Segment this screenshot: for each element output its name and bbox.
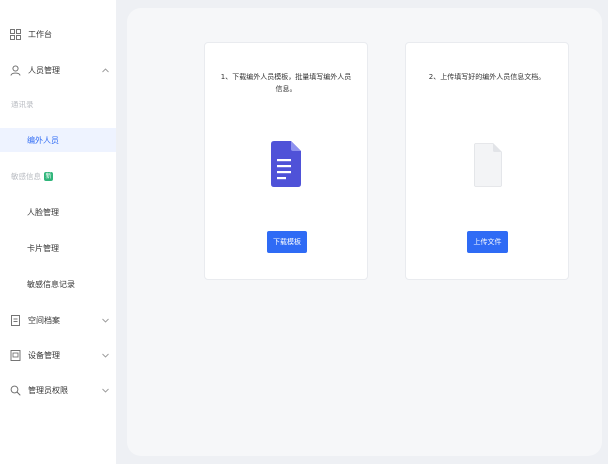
grid-icon	[9, 28, 21, 40]
sidebar-item-label: 工作台	[28, 29, 52, 39]
import-panel: 1、下载编外人员模板，批量填写编外人员信息。 下载模板 2、上传填写好的编外人员…	[127, 8, 602, 456]
sidebar-item-face[interactable]: 人脸管理	[0, 200, 116, 224]
sidebar-item-external-staff[interactable]: 编外人员	[0, 128, 116, 152]
device-icon	[9, 349, 21, 361]
sidebar-item-device[interactable]: 设备管理	[0, 343, 116, 367]
sidebar-item-admin[interactable]: 管理员权限	[0, 378, 116, 402]
upload-file-card: 2、上传填写好的编外人员信息文档。 上传文件	[405, 42, 569, 280]
chevron-down-icon	[101, 386, 109, 394]
search-icon	[9, 384, 21, 396]
sidebar-item-label: 人员管理	[28, 65, 60, 75]
sidebar-item-card[interactable]: 卡片管理	[0, 236, 116, 260]
upload-instruction: 2、上传填写好的编外人员信息文档。	[428, 73, 546, 81]
sidebar-item-label: 空间档案	[28, 315, 60, 325]
sidebar: 工作台 人员管理 通讯录 编外人员 敏感信息新 人脸管理 卡片管理 敏感信息记录…	[0, 0, 116, 464]
sidebar-item-label: 人脸管理	[27, 207, 59, 217]
chevron-up-icon	[101, 66, 109, 74]
sidebar-item-label: 敏感信息记录	[27, 279, 75, 289]
sidebar-group-label: 通讯录	[11, 99, 34, 109]
sidebar-item-space-archive[interactable]: 空间档案	[0, 308, 116, 332]
sidebar-item-workbench[interactable]: 工作台	[0, 22, 116, 46]
sidebar-item-label: 管理员权限	[28, 385, 68, 395]
sidebar-item-label: 编外人员	[27, 135, 59, 145]
download-template-button[interactable]: 下载模板	[267, 231, 307, 253]
sidebar-item-label: 卡片管理	[27, 243, 59, 253]
sidebar-group-sensitive: 敏感信息新	[0, 164, 116, 188]
chevron-down-icon	[101, 316, 109, 324]
new-badge: 新	[44, 172, 53, 181]
sidebar-item-label: 设备管理	[28, 350, 60, 360]
sidebar-item-sensitive-log[interactable]: 敏感信息记录	[0, 272, 116, 296]
upload-file-button[interactable]: 上传文件	[467, 231, 508, 253]
chevron-down-icon	[101, 351, 109, 359]
download-template-card: 1、下载编外人员模板，批量填写编外人员信息。 下载模板	[204, 42, 368, 280]
sidebar-group-label: 敏感信息新	[11, 171, 53, 181]
download-instruction: 1、下载编外人员模板，批量填写编外人员信息。	[220, 73, 352, 93]
sidebar-group-contacts: 通讯录	[0, 92, 116, 116]
sidebar-item-personnel[interactable]: 人员管理	[0, 58, 116, 82]
doc-template-icon	[271, 141, 301, 187]
archive-icon	[9, 314, 21, 326]
file-blank-icon	[474, 143, 504, 189]
user-icon	[9, 64, 21, 76]
